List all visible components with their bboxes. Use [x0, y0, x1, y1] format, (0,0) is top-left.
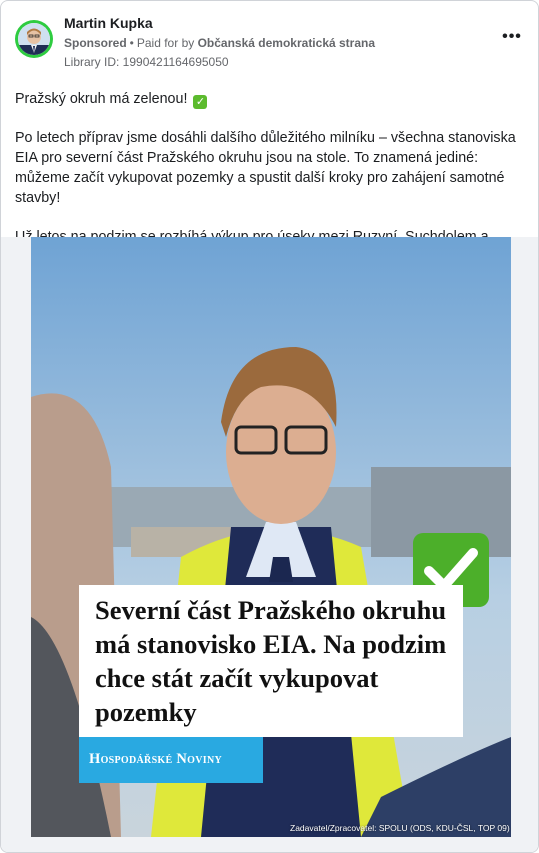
separator-dot: • — [129, 36, 134, 50]
headline-box: Severní část Pražského okruhu má stanovi… — [79, 585, 463, 737]
post-media[interactable]: Severní část Pražského okruhu má stanovi… — [1, 237, 538, 852]
brand-logo: Hospodářské Noviny — [79, 737, 263, 783]
post-paragraph-1-text: Pražský okruh má zelenou! — [15, 91, 188, 107]
sponsored-label[interactable]: Sponsored — [64, 36, 127, 50]
author-name[interactable]: Martin Kupka — [64, 15, 153, 31]
brand-label: Hospodářské Noviny — [89, 751, 223, 767]
sponsored-line: Sponsored • Paid for by Občanská demokrati… — [64, 36, 375, 50]
more-options-icon[interactable]: ••• — [498, 27, 526, 51]
media-headline: Severní část Pražského okruhu má stanovi… — [95, 595, 447, 727]
avatar[interactable] — [15, 20, 53, 58]
post-paragraph-2: Po letech příprav jsme dosáhli dalšího d… — [15, 130, 516, 206]
disclaimer-credit: Zadavatel/Zpracovatel: SPOLU (ODS, KDU-Č… — [290, 823, 510, 833]
ad-post-card: Martin Kupka Sponsored • Paid for by Občan… — [0, 0, 539, 853]
post-paragraph-1: Pražský okruh má zelenou! ✓ — [15, 89, 525, 109]
library-id: Library ID: 1990421164695050 — [64, 55, 229, 69]
check-mark-icon: ✓ — [193, 95, 208, 109]
avatar-image — [18, 23, 50, 55]
paid-for-by-link[interactable]: Občanská demokratická strana — [198, 36, 375, 50]
paid-for-prefix: Paid for by — [136, 36, 195, 50]
post-header: Martin Kupka Sponsored • Paid for by Občan… — [13, 11, 526, 73]
